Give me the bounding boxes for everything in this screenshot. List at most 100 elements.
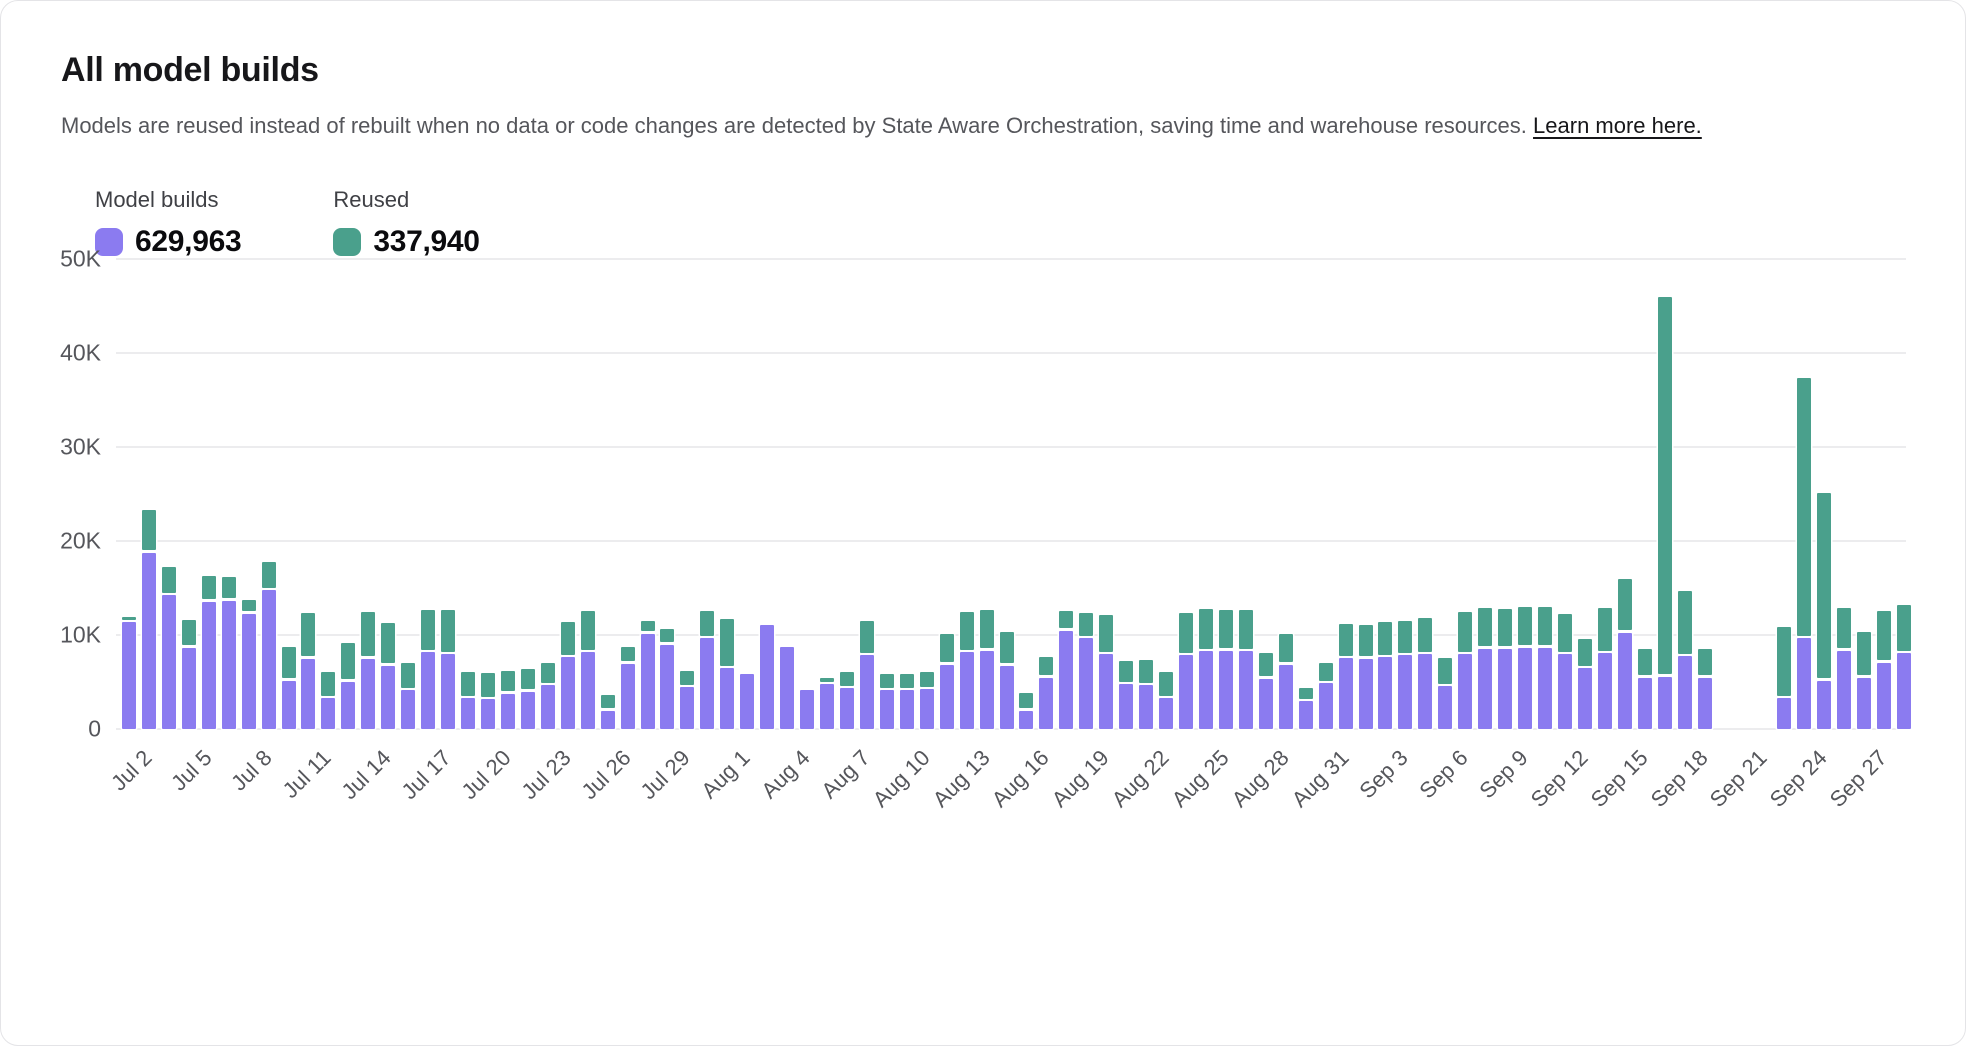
bar-segment-model-builds[interactable] [1139, 685, 1153, 728]
bar-segment-reused[interactable] [142, 510, 156, 550]
bar-segment-reused[interactable] [820, 678, 834, 682]
bar-segment-model-builds[interactable] [700, 638, 714, 728]
bar-segment-reused[interactable] [301, 613, 315, 656]
bar-segment-reused[interactable] [242, 600, 256, 611]
bar-segment-reused[interactable] [162, 567, 176, 592]
bar-segment-reused[interactable] [1578, 639, 1592, 666]
bar-segment-reused[interactable] [920, 672, 934, 686]
bar-segment-reused[interactable] [581, 611, 595, 650]
bar-segment-model-builds[interactable] [501, 694, 515, 729]
bar-segment-model-builds[interactable] [1339, 658, 1353, 729]
bar-segment-reused[interactable] [1857, 632, 1871, 675]
bar-segment-reused[interactable] [960, 612, 974, 650]
bar-segment-reused[interactable] [521, 669, 535, 690]
bar-segment-model-builds[interactable] [920, 689, 934, 728]
bar-segment-model-builds[interactable] [1059, 631, 1073, 729]
bar-segment-reused[interactable] [900, 674, 914, 687]
bar-segment-model-builds[interactable] [780, 647, 794, 729]
bar-segment-reused[interactable] [700, 611, 714, 635]
bar-segment-reused[interactable] [720, 619, 734, 666]
bar-segment-model-builds[interactable] [1797, 638, 1811, 728]
bar-segment-reused[interactable] [282, 647, 296, 678]
bar-segment-model-builds[interactable] [760, 625, 774, 728]
bar-segment-reused[interactable] [461, 672, 475, 696]
bar-segment-model-builds[interactable] [561, 657, 575, 728]
bar-segment-model-builds[interactable] [740, 674, 754, 729]
bar-segment-model-builds[interactable] [1378, 657, 1392, 728]
bar-segment-reused[interactable] [122, 617, 136, 620]
bar-segment-reused[interactable] [1478, 608, 1492, 647]
bar-segment-reused[interactable] [1319, 663, 1333, 681]
bar-segment-reused[interactable] [1498, 609, 1512, 646]
bar-segment-model-builds[interactable] [1438, 686, 1452, 728]
bar-segment-model-builds[interactable] [1558, 654, 1572, 728]
bar-segment-model-builds[interactable] [1359, 659, 1373, 729]
bar-segment-model-builds[interactable] [840, 688, 854, 728]
bar-segment-reused[interactable] [880, 674, 894, 687]
bar-segment-reused[interactable] [1518, 607, 1532, 646]
bar-segment-model-builds[interactable] [341, 682, 355, 729]
bar-segment-model-builds[interactable] [122, 622, 136, 728]
bar-segment-reused[interactable] [1239, 610, 1253, 649]
bar-segment-model-builds[interactable] [581, 652, 595, 728]
bar-segment-model-builds[interactable] [1897, 653, 1911, 728]
bar-segment-reused[interactable] [1698, 649, 1712, 675]
bar-segment-reused[interactable] [1638, 649, 1652, 675]
bar-segment-model-builds[interactable] [1019, 711, 1033, 729]
bar-segment-reused[interactable] [1000, 632, 1014, 663]
bar-segment-reused[interactable] [341, 643, 355, 679]
bar-segment-reused[interactable] [1139, 660, 1153, 683]
bar-segment-model-builds[interactable] [541, 685, 555, 728]
bar-segment-reused[interactable] [1817, 493, 1831, 678]
bar-segment-reused[interactable] [1179, 613, 1193, 652]
bar-segment-model-builds[interactable] [940, 665, 954, 729]
bar-segment-model-builds[interactable] [1518, 648, 1532, 729]
bar-segment-reused[interactable] [940, 634, 954, 662]
bar-segment-model-builds[interactable] [880, 690, 894, 729]
bar-segment-model-builds[interactable] [162, 595, 176, 728]
bar-segment-reused[interactable] [421, 610, 435, 649]
bar-segment-reused[interactable] [1797, 378, 1811, 636]
bar-segment-reused[interactable] [860, 621, 874, 653]
bar-segment-reused[interactable] [840, 672, 854, 686]
bar-segment-reused[interactable] [1019, 693, 1033, 708]
bar-segment-model-builds[interactable] [720, 668, 734, 728]
bar-segment-model-builds[interactable] [421, 652, 435, 728]
bar-segment-reused[interactable] [1618, 579, 1632, 630]
bar-segment-model-builds[interactable] [1099, 654, 1113, 728]
bar-segment-model-builds[interactable] [1319, 683, 1333, 728]
bar-segment-model-builds[interactable] [900, 690, 914, 729]
bar-segment-model-builds[interactable] [1877, 663, 1891, 729]
bar-segment-reused[interactable] [1678, 591, 1692, 654]
bar-segment-reused[interactable] [262, 562, 276, 588]
bar-segment-reused[interactable] [1897, 605, 1911, 651]
bar-segment-reused[interactable] [401, 663, 415, 687]
bar-segment-reused[interactable] [660, 629, 674, 642]
bar-segment-model-builds[interactable] [1698, 678, 1712, 729]
bar-segment-model-builds[interactable] [680, 687, 694, 728]
bar-segment-reused[interactable] [1378, 622, 1392, 655]
bar-segment-model-builds[interactable] [1159, 698, 1173, 728]
bar-segment-reused[interactable] [1598, 608, 1612, 651]
bar-segment-reused[interactable] [1877, 611, 1891, 660]
bar-segment-model-builds[interactable] [1119, 684, 1133, 728]
bar-segment-model-builds[interactable] [301, 659, 315, 729]
bar-segment-model-builds[interactable] [441, 654, 455, 728]
bar-segment-reused[interactable] [441, 610, 455, 651]
bar-segment-reused[interactable] [222, 577, 236, 599]
bar-segment-model-builds[interactable] [1279, 665, 1293, 729]
bar-segment-model-builds[interactable] [521, 692, 535, 729]
bar-segment-reused[interactable] [1777, 627, 1791, 696]
bar-segment-model-builds[interactable] [1179, 655, 1193, 728]
bar-segment-reused[interactable] [621, 647, 635, 661]
bar-segment-model-builds[interactable] [1498, 649, 1512, 729]
bar-segment-model-builds[interactable] [1239, 651, 1253, 728]
bar-segment-model-builds[interactable] [321, 698, 335, 728]
bar-segment-reused[interactable] [1159, 672, 1173, 696]
bar-segment-reused[interactable] [1039, 657, 1053, 675]
bar-segment-model-builds[interactable] [461, 698, 475, 728]
bar-segment-reused[interactable] [1219, 610, 1233, 648]
bar-segment-model-builds[interactable] [202, 602, 216, 729]
bar-segment-reused[interactable] [182, 620, 196, 645]
bar-segment-model-builds[interactable] [1458, 654, 1472, 728]
